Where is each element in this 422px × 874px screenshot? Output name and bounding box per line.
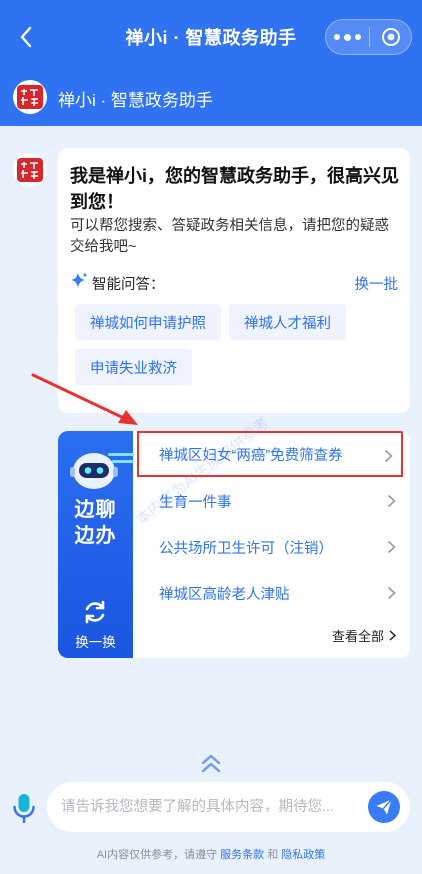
sparkle-icon <box>71 272 88 288</box>
service-item-label: 禅城区妇女“两癌”免费筛查券 <box>159 447 343 464</box>
refresh-icon[interactable] <box>82 599 108 625</box>
chat-input[interactable] <box>61 782 361 832</box>
view-all-link[interactable]: 查看全部 <box>332 626 396 645</box>
close-button[interactable] <box>370 20 411 54</box>
more-dots-icon <box>334 34 340 40</box>
view-all-label: 查看全部 <box>331 629 384 644</box>
swap-batch-link[interactable]: 换一批 <box>355 273 399 294</box>
service-side-panel: 边聊 边办 换一换 <box>58 431 134 658</box>
send-button[interactable] <box>368 791 400 823</box>
privacy-link[interactable]: 隐私政策 <box>281 849 325 861</box>
assistant-avatar <box>13 153 47 187</box>
mini-program-capsule <box>325 19 412 55</box>
chevron-right-icon <box>387 540 396 554</box>
suggestion-chip[interactable]: 申请失业救济 <box>75 349 192 385</box>
robot-icon <box>70 453 134 489</box>
footer-disclaimer: AI内容仅供参考，请遵守 服务条款 和 隐私政策 <box>0 846 422 862</box>
greeting-subtitle: 可以帮您搜索、答疑政务相关信息，请把您的疑惑交给我吧~ <box>70 218 389 255</box>
service-item-hygiene-permit[interactable]: 公共场所卫生许可（注销） <box>133 524 410 570</box>
refresh-button[interactable]: 换一换 <box>58 631 133 651</box>
suggestion-chip[interactable]: 禅城如何申请护照 <box>75 304 221 340</box>
service-item-label: 公共场所卫生许可（注销） <box>159 540 333 557</box>
service-card: 边聊 边办 换一换 禅城区妇女“两癌”免费筛查券 生育一件事 公共场所卫生许可（… <box>58 431 410 658</box>
service-item-label: 生育一件事 <box>159 494 232 511</box>
service-item-cancer-screening[interactable]: 禅城区妇女“两癌”免费筛查券 <box>137 431 403 477</box>
terms-link[interactable]: 服务条款 <box>220 849 264 861</box>
service-list: 禅城区妇女“两癌”免费筛查券 生育一件事 公共场所卫生许可（注销） 禅城区高龄老… <box>133 431 410 658</box>
assistant-name: 禅小i · 智慧政务助手 <box>58 91 213 110</box>
assistant-logo <box>13 80 47 114</box>
chevron-right-icon <box>387 494 396 508</box>
assistant-header: 禅小i · 智慧政务助手 <box>0 72 422 126</box>
service-item-elderly-allowance[interactable]: 禅城区高龄老人津贴 <box>133 570 410 616</box>
chevron-right-icon <box>387 586 396 600</box>
chevron-right-icon <box>384 449 393 463</box>
service-item-label: 禅城区高龄老人津贴 <box>159 586 290 603</box>
more-button[interactable] <box>326 20 369 54</box>
seal-logo-icon <box>17 85 43 109</box>
smart-qa-label: 智能问答： <box>92 277 165 293</box>
greeting-title: 我是禅小i，您的智慧政务助手，很高兴见到您！ <box>70 166 399 212</box>
greeting-bubble: 我是禅小i，您的智慧政务助手，很高兴见到您！ 可以帮您搜索、答疑政务相关信息，请… <box>58 148 410 413</box>
side-title-line: 边办 <box>74 525 117 547</box>
suggestion-chip[interactable]: 禅城人才福利 <box>229 304 346 340</box>
send-icon <box>376 799 393 815</box>
target-icon <box>381 28 400 46</box>
chat-input-box <box>47 782 410 832</box>
chevron-right-icon <box>389 630 396 641</box>
seal-logo-icon <box>17 158 43 182</box>
side-title-line: 边聊 <box>74 499 117 521</box>
smart-qa-row: 智能问答： 换一批 <box>70 272 400 294</box>
microphone-icon[interactable] <box>11 792 37 824</box>
top-navbar: 禅小i · 智慧政务助手 <box>0 0 422 72</box>
expand-up-icon[interactable] <box>199 752 223 774</box>
footer-text: AI内容仅供参考，请遵守 <box>96 849 218 861</box>
side-title: 边聊 边办 <box>58 497 133 549</box>
footer-text: 和 <box>267 849 279 861</box>
service-item-birth[interactable]: 生育一件事 <box>133 478 410 524</box>
